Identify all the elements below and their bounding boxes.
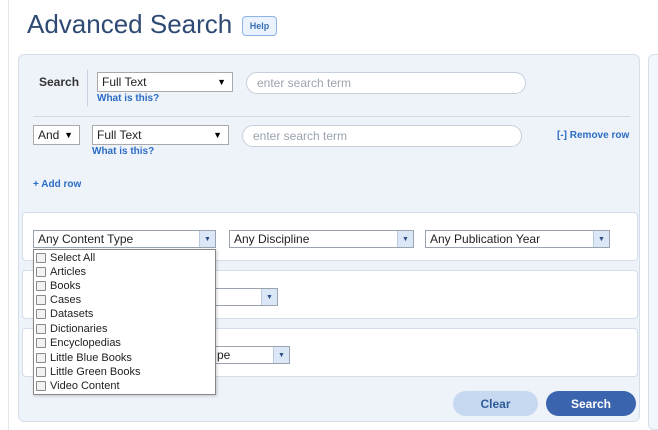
option-cases[interactable]: Cases (36, 293, 81, 307)
option-label: Books (50, 280, 81, 292)
checkbox[interactable] (36, 295, 46, 305)
option-little-green-books[interactable]: Little Green Books (36, 365, 141, 379)
search-term-input-2[interactable] (242, 125, 522, 147)
option-articles[interactable]: Articles (36, 265, 86, 279)
option-label: Select All (50, 252, 96, 264)
discipline-value: Any Discipline (234, 232, 310, 246)
dropdown-arrow-icon: ▼ (273, 347, 289, 363)
dropdown-arrow-icon: ▼ (217, 77, 226, 87)
dropdown-arrow-icon: ▼ (213, 130, 222, 140)
add-row-link[interactable]: + Add row (33, 179, 81, 190)
publication-year-select[interactable]: Any Publication Year ▼ (425, 230, 610, 248)
option-video-content[interactable]: Video Content (36, 379, 120, 393)
page-title: Advanced Search (27, 9, 233, 39)
dropdown-arrow-icon: ▼ (397, 231, 413, 247)
option-label: Dictionaries (50, 323, 108, 335)
option-label: Cases (50, 294, 82, 306)
remove-row-link[interactable]: [-] Remove row (557, 130, 629, 141)
checkbox[interactable] (36, 253, 46, 263)
checkbox[interactable] (36, 353, 46, 363)
search-label: Search (39, 75, 80, 89)
checkbox[interactable] (36, 267, 46, 277)
checkbox[interactable] (36, 367, 46, 377)
checkbox[interactable] (36, 338, 46, 348)
content-type-dropdown-list: Select All Articles Books Cases Datasets… (33, 249, 216, 395)
clear-button[interactable]: Clear (453, 391, 538, 416)
dropdown-arrow-icon: ▼ (64, 130, 73, 140)
option-encyclopedias[interactable]: Encyclopedias (36, 336, 121, 350)
search-field-select-2[interactable]: Full Text ▼ (92, 125, 229, 145)
option-label: Encyclopedias (50, 337, 121, 349)
option-label: Articles (50, 266, 87, 278)
dropdown-arrow-icon: ▼ (199, 231, 215, 247)
option-label: Datasets (50, 308, 94, 320)
search-button[interactable]: Search (546, 391, 636, 416)
row-separator (33, 116, 630, 117)
content-type-value: Any Content Type (38, 232, 134, 246)
option-select-all[interactable]: Select All (36, 251, 95, 265)
publication-year-value: Any Publication Year (430, 232, 541, 246)
boolean-operator-select[interactable]: And ▼ (33, 125, 80, 145)
option-little-blue-books[interactable]: Little Blue Books (36, 351, 132, 365)
hidden-select-text: pe (217, 348, 231, 362)
checkbox[interactable] (36, 309, 46, 319)
discipline-select[interactable]: Any Discipline ▼ (229, 230, 414, 248)
option-label: Video Content (50, 380, 120, 392)
help-button[interactable]: Help (242, 16, 277, 36)
checkbox[interactable] (36, 281, 46, 291)
left-border-line (8, 0, 9, 430)
checkbox[interactable] (36, 381, 46, 391)
content-type-select[interactable]: Any Content Type ▼ (33, 230, 216, 248)
dropdown-arrow-icon: ▼ (593, 231, 609, 247)
search-field-select-1[interactable]: Full Text ▼ (97, 72, 233, 92)
search-field-value: Full Text (102, 75, 147, 89)
what-is-this-link-1[interactable]: What is this? (97, 93, 159, 104)
option-label: Little Green Books (50, 366, 141, 378)
checkbox[interactable] (36, 324, 46, 334)
option-label: Little Blue Books (50, 352, 132, 364)
dropdown-arrow-icon: ▼ (261, 289, 277, 305)
operator-value: And (38, 128, 60, 142)
what-is-this-link-2[interactable]: What is this? (92, 146, 154, 157)
right-side-panel (648, 54, 658, 430)
row-divider (87, 70, 88, 106)
search-term-input-1[interactable] (246, 72, 526, 94)
option-books[interactable]: Books (36, 279, 81, 293)
search-field-value: Full Text (97, 128, 142, 142)
option-dictionaries[interactable]: Dictionaries (36, 322, 107, 336)
option-datasets[interactable]: Datasets (36, 307, 93, 321)
